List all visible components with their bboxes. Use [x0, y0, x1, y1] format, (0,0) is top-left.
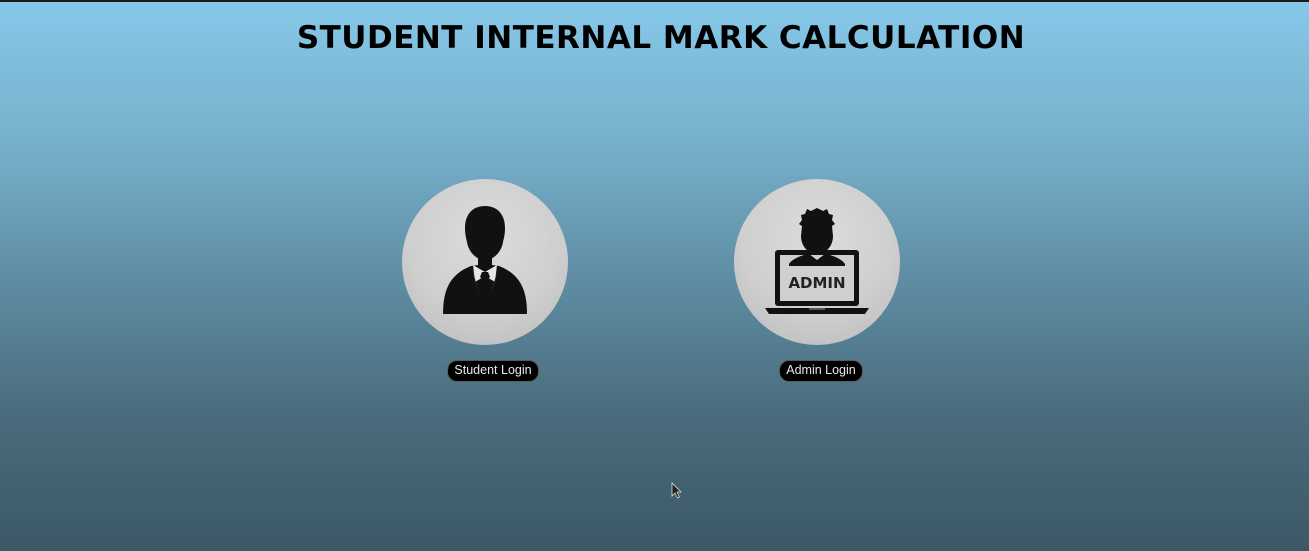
admin-avatar[interactable]: ADMIN — [734, 179, 900, 345]
admin-login-button[interactable]: Admin Login — [779, 360, 863, 382]
student-login-card: Student Login — [402, 179, 568, 382]
student-avatar[interactable] — [402, 179, 568, 345]
admin-screen-text: ADMIN — [788, 274, 845, 292]
mouse-cursor-icon — [671, 482, 682, 499]
admin-laptop-icon: ADMIN — [765, 208, 869, 314]
admin-login-card: ADMIN Admin Login — [734, 179, 900, 382]
window-top-border — [0, 0, 1309, 2]
page-title: STUDENT INTERNAL MARK CALCULATION — [296, 20, 1026, 56]
student-login-button[interactable]: Student Login — [447, 360, 539, 382]
student-businessman-icon — [443, 206, 527, 314]
